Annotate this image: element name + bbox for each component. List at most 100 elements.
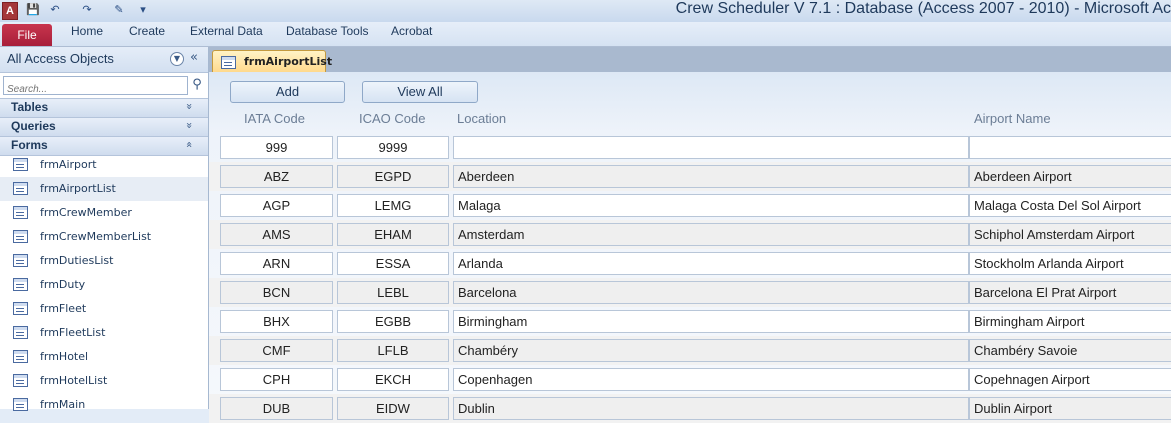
tab-database-tools[interactable]: Database Tools xyxy=(286,24,369,46)
nav-item-frmduty[interactable]: frmDuty xyxy=(0,273,208,297)
location-field[interactable] xyxy=(453,136,969,159)
location-field[interactable]: Arlanda xyxy=(453,252,969,275)
column-header-airport-name: Airport Name xyxy=(974,111,1051,126)
document-tab-frmairportlist[interactable]: frmAirportList xyxy=(212,50,332,73)
document-tab-strip: frmAirportList xyxy=(209,47,1171,73)
dropdown-icon[interactable]: ▾ xyxy=(136,3,150,17)
chevron-down-icon[interactable]: ▼ xyxy=(170,52,184,66)
navigation-pane: All Access Objects ▼ « ⚲ Tables » Querie… xyxy=(0,47,209,411)
view-all-button[interactable]: View All xyxy=(362,81,478,103)
airport-name-field[interactable]: Schiphol Amsterdam Airport xyxy=(969,223,1171,246)
icao-code-field[interactable]: LEMG xyxy=(337,194,449,217)
airport-name-field[interactable]: Birmingham Airport xyxy=(969,310,1171,333)
icao-code-field[interactable]: ESSA xyxy=(337,252,449,275)
redo-icon[interactable]: ↷ xyxy=(80,3,94,17)
form-icon xyxy=(13,254,28,267)
group-queries[interactable]: Queries » xyxy=(0,117,208,137)
document-tab-label: frmAirportList xyxy=(244,55,333,68)
tab-file[interactable]: File xyxy=(2,24,52,46)
airport-name-field[interactable] xyxy=(969,136,1171,159)
search-box xyxy=(3,76,188,97)
group-label: Tables xyxy=(11,100,49,114)
location-field[interactable]: Birmingham xyxy=(453,310,969,333)
nav-header[interactable]: All Access Objects ▼ « xyxy=(0,47,208,73)
nav-item-label: frmAirport xyxy=(40,158,97,171)
icao-code-field[interactable]: EHAM xyxy=(337,223,449,246)
table-row: BCN LEBL Barcelona Barcelona El Prat Air… xyxy=(209,278,1171,307)
form-icon xyxy=(221,56,236,69)
tab-create[interactable]: Create xyxy=(129,24,165,46)
search-input[interactable] xyxy=(4,82,188,97)
tab-acrobat[interactable]: Acrobat xyxy=(391,24,432,46)
icao-code-field[interactable]: EGPD xyxy=(337,165,449,188)
nav-item-label: frmDutiesList xyxy=(40,254,114,267)
airport-list-form: Add View All IATA Code ICAO Code Locatio… xyxy=(209,72,1171,423)
nav-item-label: frmFleet xyxy=(40,302,87,315)
nav-item-frmfleet[interactable]: frmFleet xyxy=(0,297,208,321)
table-row: ARN ESSA Arlanda Stockholm Arlanda Airpo… xyxy=(209,249,1171,278)
iata-code-field[interactable]: ARN xyxy=(220,252,333,275)
save-icon[interactable]: 💾 xyxy=(26,3,40,17)
location-field[interactable]: Malaga xyxy=(453,194,969,217)
location-field[interactable]: Barcelona xyxy=(453,281,969,304)
column-header-icao: ICAO Code xyxy=(359,111,426,126)
iata-code-field[interactable]: AMS xyxy=(220,223,333,246)
airport-name-field[interactable]: Copehnagen Airport xyxy=(969,368,1171,391)
location-field[interactable]: Copenhagen xyxy=(453,368,969,391)
column-header-location: Location xyxy=(457,111,507,126)
nav-item-frmhotellist[interactable]: frmHotelList xyxy=(0,369,208,393)
form-icon xyxy=(13,326,28,339)
table-row: 999 9999 xyxy=(209,133,1171,162)
nav-item-frmhotel[interactable]: frmHotel xyxy=(0,345,208,369)
iata-code-field[interactable]: BCN xyxy=(220,281,333,304)
access-app-icon[interactable]: A xyxy=(2,2,18,20)
location-field[interactable]: Chambéry xyxy=(453,339,969,362)
group-label: Forms xyxy=(11,138,48,152)
nav-item-frmmain[interactable]: frmMain xyxy=(0,393,208,417)
airport-name-field[interactable]: Malaga Costa Del Sol Airport xyxy=(969,194,1171,217)
nav-item-frmcrewmember[interactable]: frmCrewMember xyxy=(0,201,208,225)
icao-code-field[interactable]: LFLB xyxy=(337,339,449,362)
chevron-double-down-icon: » xyxy=(182,122,196,129)
form-icon xyxy=(13,398,28,411)
undo-icon[interactable]: ↶ xyxy=(48,3,62,17)
icao-code-field[interactable]: EKCH xyxy=(337,368,449,391)
nav-item-frmfleetlist[interactable]: frmFleetList xyxy=(0,321,208,345)
icao-code-field[interactable]: LEBL xyxy=(337,281,449,304)
location-field[interactable]: Aberdeen xyxy=(453,165,969,188)
tab-home[interactable]: Home xyxy=(71,24,103,46)
iata-code-field[interactable]: CMF xyxy=(220,339,333,362)
iata-code-field[interactable]: CPH xyxy=(220,368,333,391)
table-row: CPH EKCH Copenhagen Copehnagen Airport xyxy=(209,365,1171,394)
form-icon xyxy=(13,302,28,315)
add-button[interactable]: Add xyxy=(230,81,345,103)
airport-name-field[interactable]: Chambéry Savoie xyxy=(969,339,1171,362)
tab-external-data[interactable]: External Data xyxy=(190,24,263,46)
search-icon[interactable]: ⚲ xyxy=(189,76,205,93)
chevron-double-up-icon: « xyxy=(182,141,196,148)
location-field[interactable]: Amsterdam xyxy=(453,223,969,246)
airport-name-field[interactable]: Stockholm Arlanda Airport xyxy=(969,252,1171,275)
iata-code-field[interactable]: 999 xyxy=(220,136,333,159)
iata-code-field[interactable]: ABZ xyxy=(220,165,333,188)
icao-code-field[interactable]: 9999 xyxy=(337,136,449,159)
title-bar: A 💾 ↶ ↷ ✎ ▾ Crew Scheduler V 7.1 : Datab… xyxy=(0,0,1171,22)
window-title: Crew Scheduler V 7.1 : Database (Access … xyxy=(675,0,1171,17)
table-row: BHX EGBB Birmingham Birmingham Airport xyxy=(209,307,1171,336)
nav-item-label: frmMain xyxy=(40,398,86,411)
airport-name-field[interactable]: Barcelona El Prat Airport xyxy=(969,281,1171,304)
collapse-pane-icon[interactable]: « xyxy=(190,50,198,65)
iata-code-field[interactable]: AGP xyxy=(220,194,333,217)
group-tables[interactable]: Tables » xyxy=(0,98,208,118)
form-icon xyxy=(13,158,28,171)
iata-code-field[interactable]: BHX xyxy=(220,310,333,333)
form-icon xyxy=(13,350,28,363)
icao-code-field[interactable]: EGBB xyxy=(337,310,449,333)
nav-item-frmdutieslist[interactable]: frmDutiesList xyxy=(0,249,208,273)
nav-item-frmcrewmemberlist[interactable]: frmCrewMemberList xyxy=(0,225,208,249)
nav-item-frmairportlist[interactable]: frmAirportList xyxy=(0,177,208,201)
nav-item-frmairport[interactable]: frmAirport xyxy=(0,153,208,177)
nav-title: All Access Objects xyxy=(7,51,114,66)
customize-icon[interactable]: ✎ xyxy=(112,3,126,17)
airport-name-field[interactable]: Aberdeen Airport xyxy=(969,165,1171,188)
